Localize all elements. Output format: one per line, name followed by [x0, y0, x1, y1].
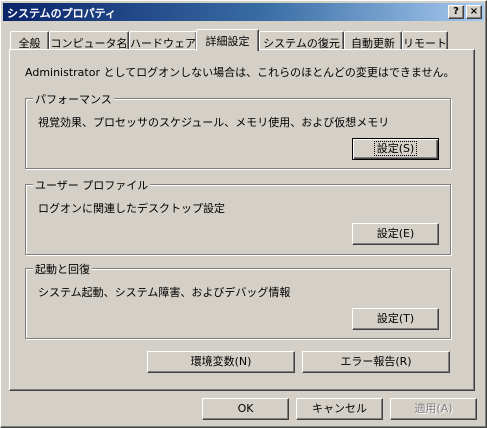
apply-button[interactable]: 適用(A) [390, 398, 477, 420]
error-reporting-button[interactable]: エラー報告(R) [302, 351, 450, 373]
tab-advanced[interactable]: 詳細設定 [196, 29, 259, 51]
title-bar[interactable]: システムのプロパティ ? × [3, 3, 484, 21]
performance-settings-button[interactable]: 設定(S) [352, 138, 439, 160]
tab-automatic-updates[interactable]: 自動更新 [344, 31, 402, 50]
tab-hardware[interactable]: ハードウェア [129, 31, 197, 50]
admin-notice: Administrator としてログオンしない場合は、これらのほとんどの変更は… [25, 66, 455, 79]
performance-settings-label: 設定(S) [373, 141, 418, 156]
user-profiles-settings-button[interactable]: 設定(E) [352, 223, 439, 245]
tab-general[interactable]: 全般 [10, 31, 49, 50]
startup-recovery-settings-button[interactable]: 設定(T) [352, 308, 439, 330]
user-profiles-group-title: ユーザー プロファイル [33, 177, 151, 193]
ok-button[interactable]: OK [202, 398, 289, 420]
startup-recovery-group-title: 起動と回復 [33, 261, 92, 277]
environment-variables-button[interactable]: 環境変数(N) [147, 351, 295, 373]
performance-description: 視覚効果、プロセッサのスケジュール、メモリ使用、および仮想メモリ [38, 116, 390, 129]
user-profiles-description: ログオンに関連したデスクトップ設定 [38, 202, 225, 215]
tab-remote[interactable]: リモート [402, 31, 448, 50]
close-icon[interactable]: × [466, 5, 482, 19]
help-icon[interactable]: ? [448, 5, 464, 19]
tab-computer-name[interactable]: コンピュータ名 [49, 31, 129, 50]
startup-recovery-description: システム起動、システム障害、およびデバッグ情報 [38, 286, 291, 299]
tab-system-restore[interactable]: システムの復元 [259, 31, 344, 50]
cancel-button[interactable]: キャンセル [296, 398, 383, 420]
system-properties-window: システムのプロパティ ? × 全般 コンピュータ名 ハードウェア 詳細設定 シス… [0, 0, 487, 428]
performance-group-title: パフォーマンス [33, 91, 114, 107]
window-title: システムのプロパティ [7, 7, 117, 20]
